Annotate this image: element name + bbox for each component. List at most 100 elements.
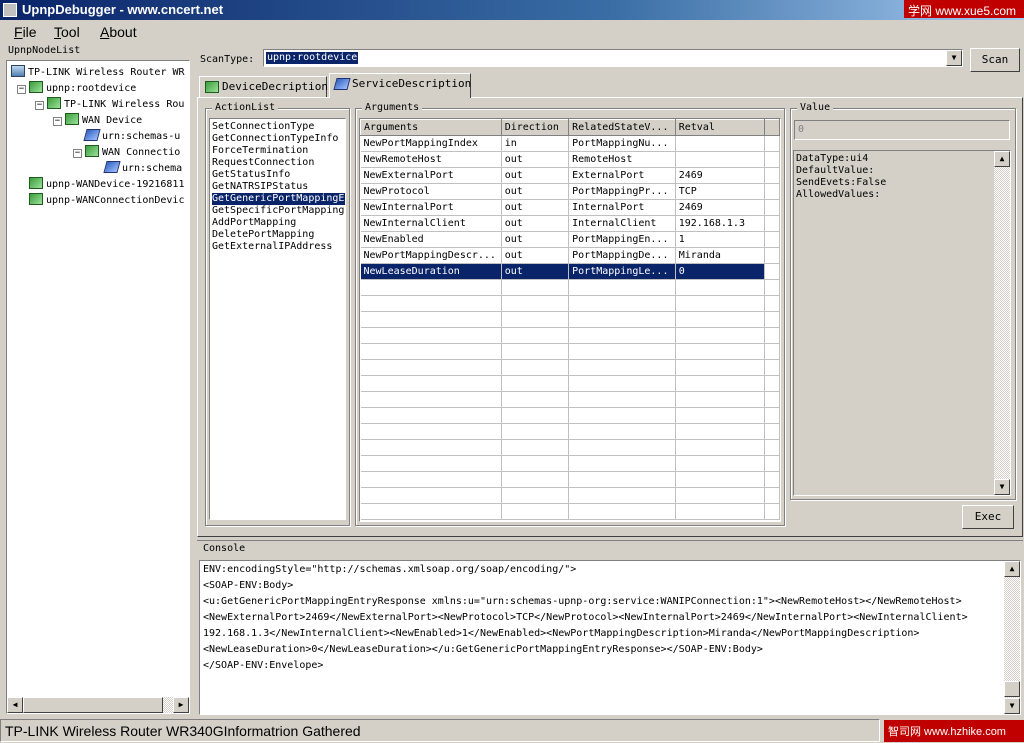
action-item[interactable]: GetStatusInfo	[212, 169, 290, 181]
table-row[interactable]: NewPortMappingIndex in PortMappingNu...	[360, 135, 780, 152]
value-details[interactable]: DataType:ui4 DefaultValue: SendEvets:Fal…	[793, 150, 1011, 496]
table-row[interactable]: NewRemoteHost out RemoteHost	[360, 151, 780, 168]
action-item[interactable]: GetNATRSIPStatus	[212, 181, 308, 193]
column-header-arguments[interactable]: Arguments	[360, 119, 502, 136]
table-row-empty	[360, 503, 780, 520]
collapse-icon[interactable]: −	[35, 101, 44, 110]
console-line: <u:GetGenericPortMappingEntryResponse xm…	[203, 596, 962, 607]
table-row-empty	[360, 375, 780, 392]
column-header-related-state[interactable]: RelatedStateV...	[568, 119, 676, 136]
scan-type-label: ScanType:	[200, 54, 255, 65]
scan-button[interactable]: Scan	[970, 48, 1020, 72]
action-item[interactable]: GetSpecificPortMapping	[212, 205, 344, 217]
value-input[interactable]: 0	[794, 120, 1010, 140]
action-item[interactable]: AddPortMapping	[212, 217, 296, 229]
device-icon	[29, 81, 43, 93]
value-vscrollbar[interactable]: ▲ ▼	[994, 151, 1010, 495]
device-icon	[29, 177, 43, 189]
arguments-grid[interactable]: Arguments Direction RelatedStateV... Ret…	[359, 118, 781, 522]
console-vscrollbar[interactable]: ▲ ▼	[1004, 561, 1020, 714]
app-icon	[3, 3, 17, 17]
column-header-retval[interactable]: Retval	[674, 119, 765, 136]
action-item[interactable]: RequestConnection	[212, 157, 314, 169]
node-tree[interactable]: TP-LINK Wireless Router WR − upnp:rootde…	[6, 60, 190, 714]
action-item[interactable]: DeletePortMapping	[212, 229, 314, 241]
console-title: Console	[203, 543, 246, 554]
scroll-thumb[interactable]	[23, 697, 163, 713]
table-row-empty	[360, 343, 780, 360]
action-item[interactable]: GetExternalIPAddress	[212, 241, 332, 253]
device-icon	[205, 81, 219, 93]
menu-file[interactable]: File	[14, 24, 37, 40]
column-header-filler	[763, 119, 780, 136]
menu-bar: File Tool About	[0, 20, 1024, 44]
arguments-table: Arguments Direction RelatedStateV... Ret…	[360, 119, 780, 520]
scroll-up-icon[interactable]: ▲	[1004, 561, 1020, 577]
table-row-empty	[360, 439, 780, 456]
table-row[interactable]: NewEnabled out PortMappingEn... 1	[360, 231, 780, 248]
action-item-selected[interactable]: GetGenericPortMappingE	[212, 193, 345, 205]
window-title: UpnpDebugger - www.cncert.net	[22, 2, 224, 17]
chevron-down-icon[interactable]: ▼	[946, 50, 962, 66]
console-line: <NewExternalPort>2469</NewExternalPort><…	[203, 612, 968, 623]
status-text: TP-LINK Wireless Router WR340GInformatri…	[5, 723, 361, 739]
column-header-direction[interactable]: Direction	[500, 119, 570, 136]
watermark-top: 学网 www.xue5.com	[904, 0, 1024, 18]
table-row[interactable]: NewProtocol out PortMappingPr... TCP	[360, 183, 780, 200]
tree-node-connection-urn[interactable]: urn:schema	[103, 161, 182, 177]
scroll-up-icon[interactable]: ▲	[994, 151, 1010, 167]
table-row-selected[interactable]: NewLeaseDuration out PortMappingLe... 0	[360, 263, 780, 280]
tab-service-description[interactable]: ServiceDescription	[329, 73, 471, 98]
console-line: 192.168.1.3</NewInternalClient><NewEnabl…	[203, 628, 920, 639]
value-detail-default: DefaultValue:	[796, 165, 875, 176]
table-row-empty	[360, 423, 780, 440]
table-row-empty	[360, 311, 780, 328]
scan-type-combo[interactable]: upnp:rootdevice ▼	[263, 49, 963, 67]
scroll-down-icon[interactable]: ▼	[1004, 698, 1020, 714]
action-item[interactable]: GetConnectionTypeInfo	[212, 133, 338, 145]
scroll-down-icon[interactable]: ▼	[994, 479, 1010, 495]
table-row[interactable]: NewInternalClient out InternalClient 192.16…	[360, 215, 780, 232]
table-row[interactable]: NewInternalPort out InternalPort 2469	[360, 199, 780, 216]
tree-node-router[interactable]: TP-LINK Wireless Router WR	[11, 65, 185, 81]
tree-node-wan-device[interactable]: WAN Device	[65, 113, 142, 129]
scroll-thumb[interactable]	[1004, 681, 1020, 697]
table-row[interactable]: NewPortMappingDescr... out PortMappingDe..…	[360, 247, 780, 264]
collapse-icon[interactable]: −	[53, 117, 62, 126]
exec-button[interactable]: Exec	[962, 505, 1014, 529]
status-panel: TP-LINK Wireless Router WR340GInformatri…	[0, 719, 880, 742]
menu-about[interactable]: About	[100, 24, 137, 40]
table-row[interactable]: NewExternalPort out ExternalPort 2469	[360, 167, 780, 184]
action-item[interactable]: SetConnectionType	[212, 121, 314, 133]
tree-node-rootdevice[interactable]: upnp:rootdevice	[29, 81, 136, 97]
table-row-empty	[360, 295, 780, 312]
tree-node-wanconnectiondevice[interactable]: upnp-WANConnectionDevic	[29, 193, 184, 209]
tree-node-wandevice[interactable]: upnp-WANDevice-19216811	[29, 177, 184, 193]
value-detail-sendevents: SendEvets:False	[796, 177, 887, 188]
action-item[interactable]: ForceTermination	[212, 145, 308, 157]
table-row-empty	[360, 327, 780, 344]
collapse-icon[interactable]: −	[73, 149, 82, 158]
value-detail-allowed: AllowedValues:	[796, 189, 881, 200]
console-line: <SOAP-ENV:Body>	[203, 580, 294, 591]
scroll-left-icon[interactable]: ◀	[7, 697, 23, 713]
console-line: <NewLeaseDuration>0</NewLeaseDuration></…	[203, 644, 763, 655]
value-detail-datatype: DataType:ui4	[796, 153, 869, 164]
device-icon	[47, 97, 61, 109]
tab-device-description[interactable]: DeviceDecription	[199, 76, 328, 98]
collapse-icon[interactable]: −	[17, 85, 26, 94]
arguments-title: Arguments	[362, 102, 423, 113]
tree-hscrollbar[interactable]: ◀ ▶	[7, 697, 189, 713]
scroll-right-icon[interactable]: ▶	[173, 697, 189, 713]
action-list[interactable]: SetConnectionType GetConnectionTypeInfo …	[209, 118, 346, 520]
tree-node-wan-connection[interactable]: WAN Connectio	[85, 145, 180, 161]
tree-node-service-urn[interactable]: urn:schemas-u	[83, 129, 180, 145]
watermark-bottom: 智司网 www.hzhike.com	[884, 720, 1024, 742]
node-list-title: UpnpNodeList	[8, 45, 81, 56]
menu-tool[interactable]: Tool	[54, 24, 80, 40]
tree-node-tplink-device[interactable]: TP-LINK Wireless Rou	[47, 97, 184, 113]
title-bar[interactable]: UpnpDebugger - www.cncert.net 学网 www.xue…	[0, 0, 1024, 20]
service-icon	[333, 78, 351, 90]
console-output[interactable]: ENV:encodingStyle="http://schemas.xmlsoa…	[199, 560, 1021, 715]
table-row-empty	[360, 279, 780, 296]
